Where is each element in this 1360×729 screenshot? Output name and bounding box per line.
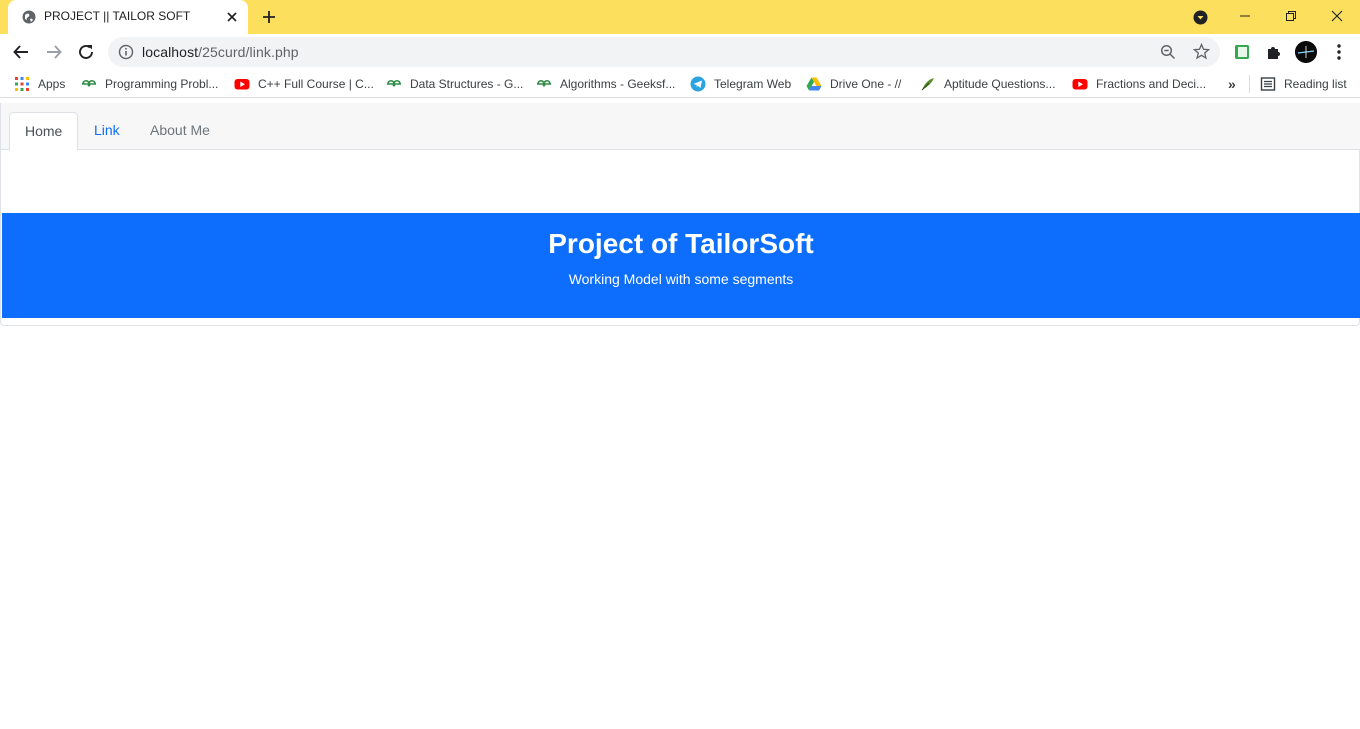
apps-grid-icon [14,76,30,92]
back-arrow-icon[interactable] [12,43,30,61]
bookmarks-bar: Apps Programming Probl... C++ Full Cours… [0,70,1360,98]
restore-window-button[interactable] [1268,0,1314,34]
bookmark-telegram[interactable]: Telegram Web [690,75,791,93]
bookmarks-overflow-chevron-icon[interactable]: » [1228,76,1236,92]
close-window-button[interactable] [1314,0,1360,34]
url-text: localhost/25curd/link.php [142,44,299,60]
google-drive-icon [806,76,822,92]
tab-link[interactable]: Link [79,112,135,150]
minimize-icon [1240,15,1250,17]
restore-icon [1286,11,1296,21]
bookmark-star-icon[interactable] [1192,42,1211,60]
bookmarks-divider [1249,75,1250,93]
bookmark-aptitude-questions[interactable]: Aptitude Questions... [920,75,1055,93]
browser-toolbar: localhost/25curd/link.php [0,34,1360,70]
browser-titlebar: PROJECT || TAILOR SOFT [0,0,1360,34]
new-tab-plus-icon[interactable] [260,8,278,26]
zoom-icon[interactable] [1160,44,1176,60]
bookmark-data-structures[interactable]: Data Structures - G... [386,75,523,93]
tab-about-me[interactable]: About Me [135,112,225,150]
hero-banner: Project of TailorSoft Working Model with… [2,213,1360,318]
aptitude-icon [920,76,936,92]
telegram-icon [690,76,706,92]
bookmark-cpp-course[interactable]: C++ Full Course | C... [234,75,374,93]
close-tab-icon[interactable] [224,9,240,25]
bookmark-fractions-decimals[interactable]: Fractions and Deci... [1072,75,1206,93]
bookmark-label: Fractions and Deci... [1096,77,1207,91]
page-content: Home Link About Me Project of TailorSoft… [0,102,1360,729]
url-host: localhost [142,44,199,60]
bookmark-label: Algorithms - Geeksf... [560,77,676,91]
main-card: Home Link About Me Project of TailorSoft… [0,103,1360,326]
bookmark-apps[interactable]: Apps [14,75,65,93]
browser-tab[interactable]: PROJECT || TAILOR SOFT [8,0,248,34]
tab-search-dropdown-icon[interactable] [1193,10,1208,25]
minimize-window-button[interactable] [1222,0,1268,34]
youtube-icon [1072,76,1088,92]
url-path: /25curd/link.php [198,44,299,60]
reading-list-label: Reading list [1284,77,1347,91]
bookmark-programming-problems[interactable]: Programming Probl... [81,75,218,93]
bookmark-label: Programming Probl... [105,77,219,91]
geeksforgeeks-icon [536,76,552,92]
bookmark-label: Aptitude Questions... [944,77,1056,91]
bookmark-label: Apps [38,77,66,91]
address-bar[interactable]: localhost/25curd/link.php [108,37,1220,67]
bookmark-algorithms[interactable]: Algorithms - Geeksf... [536,75,675,93]
extension-green-icon[interactable] [1233,43,1251,61]
youtube-icon [234,76,250,92]
nav-tabs: Home Link About Me [1,103,1360,151]
extensions-puzzle-icon[interactable] [1265,43,1283,61]
bookmark-label: Drive One - // [830,77,902,91]
geeksforgeeks-icon [81,76,97,92]
hero-subtitle: Working Model with some segments [568,271,794,287]
bookmark-label: Data Structures - G... [410,77,524,91]
bookmark-label: Telegram Web [714,77,792,91]
reading-list-button[interactable]: Reading list [1260,75,1347,93]
more-options-icon[interactable] [1331,43,1347,61]
bookmark-label: C++ Full Course | C... [258,77,374,91]
reading-list-icon [1260,76,1276,92]
close-icon [1331,10,1343,22]
site-info-icon[interactable] [118,44,134,60]
profile-avatar[interactable] [1295,41,1317,63]
bookmark-drive-one[interactable]: Drive One - // [806,75,901,93]
globe-icon [22,10,36,24]
tab-title: PROJECT || TAILOR SOFT [44,9,191,23]
hero-title: Project of TailorSoft [548,228,814,259]
forward-arrow-icon[interactable] [45,43,63,61]
reload-icon[interactable] [77,43,95,61]
geeksforgeeks-icon [386,76,402,92]
tab-home[interactable]: Home [9,112,79,151]
